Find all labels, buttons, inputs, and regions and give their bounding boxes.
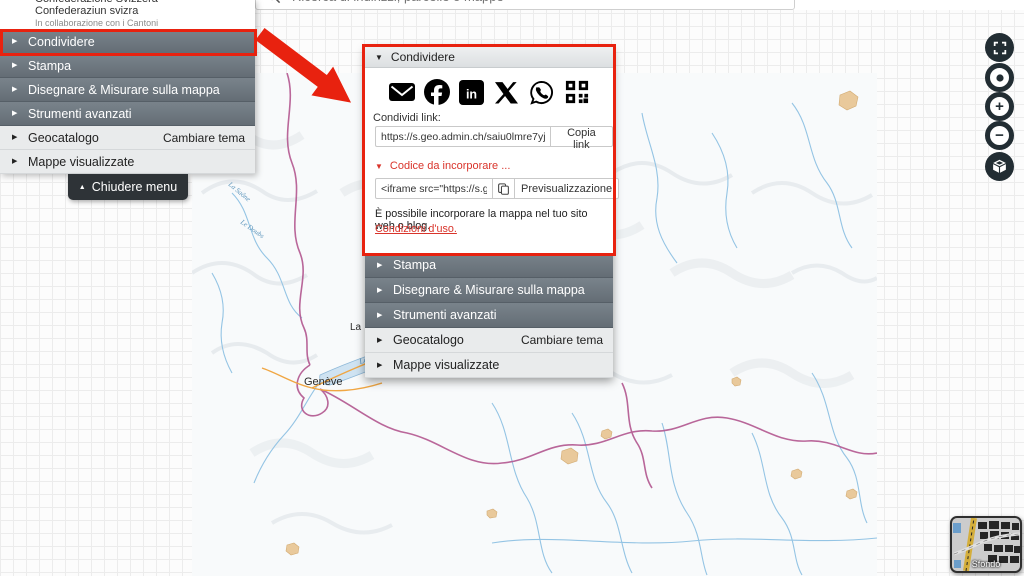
share-link-label: Condividi link: xyxy=(373,112,441,124)
sidebar-item-label: Stampa xyxy=(28,59,71,73)
svg-text:in: in xyxy=(466,87,477,101)
chevron-down-icon: ▼ xyxy=(375,53,383,62)
chevron-right-icon: ▶ xyxy=(12,38,17,45)
whatsapp-share-icon[interactable] xyxy=(528,79,555,106)
sidebar-item-mappe-visualizzate[interactable]: ▶ Mappe visualizzate xyxy=(0,150,255,174)
cambiare-tema-link[interactable]: Cambiare tema xyxy=(163,131,245,145)
chevron-right-icon: ▶ xyxy=(377,262,382,269)
chevron-right-icon: ▶ xyxy=(12,62,17,69)
sidebar-item-disegnare[interactable]: ▶ Disegnare & Misurare sulla mappa xyxy=(0,78,255,102)
sidebar-item-label: Geocatalogo xyxy=(28,131,99,145)
geolocate-button[interactable] xyxy=(985,63,1014,92)
logo-subline: In collaborazione con i Cantoni xyxy=(35,18,158,28)
linkedin-share-icon[interactable]: in xyxy=(458,79,485,106)
sidebar-item-label: Strumenti avanzati xyxy=(28,107,132,121)
copy-link-button[interactable]: Copia link xyxy=(550,126,613,147)
basemap-selector[interactable]: Sfondo xyxy=(950,516,1022,573)
chevron-right-icon: ▶ xyxy=(377,337,382,344)
chevron-right-icon: ▶ xyxy=(377,362,382,369)
minus-icon: − xyxy=(995,128,1004,143)
embed-code-toggle[interactable]: ▼ Codice da incorporare ... xyxy=(375,160,510,172)
share-float-panel: ▼ Condividere in xyxy=(365,47,613,378)
chevron-right-icon: ▶ xyxy=(12,158,17,165)
search-icon xyxy=(266,0,281,4)
preview-button[interactable]: Previsualizzazione xyxy=(515,178,619,199)
map-label-geneve: Genève xyxy=(304,376,343,388)
share-icons-row: in xyxy=(365,68,613,108)
share-panel-title: Condividere xyxy=(391,50,455,64)
search-input[interactable] xyxy=(290,0,774,5)
fullscreen-button[interactable] xyxy=(985,33,1014,62)
share-panel-body: in xyxy=(365,68,613,253)
chevron-down-icon: ▼ xyxy=(375,162,383,171)
toggle-3d-button[interactable] xyxy=(985,152,1014,181)
zoom-out-button[interactable]: − xyxy=(985,121,1014,150)
sidebar-menu: Confederazione Svizzera Confederaziun sv… xyxy=(0,0,255,174)
chevron-right-icon: ▶ xyxy=(377,312,382,319)
share-panel-header[interactable]: ▼ Condividere xyxy=(365,47,613,68)
zoom-in-button[interactable]: + xyxy=(985,92,1014,121)
panel-item-disegnare[interactable]: ▶ Disegnare & Misurare sulla mappa xyxy=(365,278,613,303)
panel-item-label: Mappe visualizzate xyxy=(393,358,499,372)
chevron-right-icon: ▶ xyxy=(377,287,382,294)
sidebar-item-condividere[interactable]: ▶ Condividere xyxy=(0,30,255,54)
x-twitter-share-icon[interactable] xyxy=(493,79,520,106)
geoadmin-app: Genève Le Léman La Le Doubs La Saône Con… xyxy=(0,0,1024,576)
sidebar-item-stampa[interactable]: ▶ Stampa xyxy=(0,54,255,78)
cambiare-tema-link[interactable]: Cambiare tema xyxy=(521,333,603,347)
panel-item-label: Stampa xyxy=(393,258,436,272)
share-link-input[interactable] xyxy=(375,126,550,147)
sidebar-item-strumenti[interactable]: ▶ Strumenti avanzati xyxy=(0,102,255,126)
copy-embed-code-button[interactable] xyxy=(493,178,515,199)
chevron-up-icon: ▲ xyxy=(79,184,86,191)
confederation-logo-block: Confederazione Svizzera Confederaziun sv… xyxy=(0,0,255,30)
panel-item-label: Disegnare & Misurare sulla mappa xyxy=(393,283,585,297)
chevron-right-icon: ▶ xyxy=(12,134,17,141)
panel-menu: ▶ Stampa ▶ Disegnare & Misurare sulla ma… xyxy=(365,253,613,378)
chevron-right-icon: ▶ xyxy=(12,86,17,93)
sidebar-item-label: Disegnare & Misurare sulla mappa xyxy=(28,83,220,97)
map-label-lausanne-partial: La xyxy=(350,322,362,333)
sidebar-item-label: Condividere xyxy=(28,35,95,49)
logo-line2: Confederaziun svizra xyxy=(35,5,138,17)
basemap-label: Sfondo xyxy=(952,559,1020,569)
panel-item-geocatalogo[interactable]: ▶ Geocatalogo Cambiare tema xyxy=(365,328,613,353)
close-menu-label: Chiudere menu xyxy=(92,180,177,194)
terms-of-use-link[interactable]: Condizioni d'uso. xyxy=(375,223,457,235)
sidebar-item-label: Mappe visualizzate xyxy=(28,155,134,169)
geolocate-icon xyxy=(995,73,1005,83)
share-link-row: Copia link xyxy=(375,126,613,147)
cube-3d-icon xyxy=(991,158,1008,175)
email-share-icon[interactable] xyxy=(388,79,415,106)
panel-item-stampa[interactable]: ▶ Stampa xyxy=(365,253,613,278)
fullscreen-icon xyxy=(992,40,1008,56)
panel-item-label: Geocatalogo xyxy=(393,333,464,347)
panel-item-strumenti[interactable]: ▶ Strumenti avanzati xyxy=(365,303,613,328)
facebook-share-icon[interactable] xyxy=(423,79,450,106)
embed-code-input[interactable] xyxy=(375,178,493,199)
panel-item-label: Strumenti avanzati xyxy=(393,308,497,322)
plus-icon: + xyxy=(995,99,1004,114)
qr-code-share-icon[interactable] xyxy=(563,79,590,106)
copy-icon xyxy=(497,182,510,196)
sidebar-item-geocatalogo[interactable]: ▶ Geocatalogo Cambiare tema xyxy=(0,126,255,150)
search-bar[interactable] xyxy=(255,0,795,10)
embed-code-row: Previsualizzazione xyxy=(375,178,619,199)
embed-toggle-label: Codice da incorporare ... xyxy=(390,160,510,172)
chevron-right-icon: ▶ xyxy=(12,110,17,117)
panel-item-mappe-visualizzate[interactable]: ▶ Mappe visualizzate xyxy=(365,353,613,378)
close-menu-button[interactable]: ▲ Chiudere menu xyxy=(68,174,188,200)
